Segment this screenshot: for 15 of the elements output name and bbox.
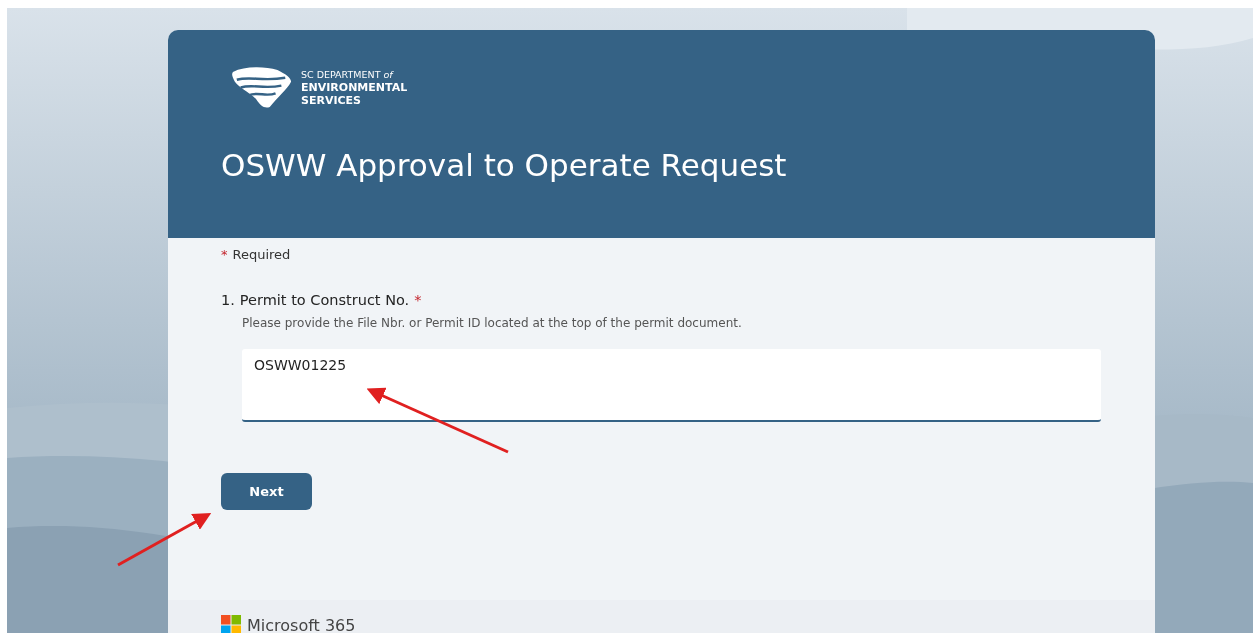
form-title: OSWW Approval to Operate Request xyxy=(221,147,788,183)
input-field[interactable]: OSWW01225 xyxy=(242,349,1101,422)
windows-logo-icon xyxy=(221,615,241,633)
brand-name: Microsoft 365 xyxy=(247,615,356,633)
org-name: ENVIRONMENTAL xyxy=(301,81,408,94)
next-button[interactable]: Next xyxy=(221,473,312,510)
question-number: 1. xyxy=(221,292,235,308)
question-label: Permit to Construct No. xyxy=(239,292,410,308)
org-name: SC DEPARTMENT of xyxy=(301,68,395,81)
required-asterisk: * xyxy=(221,247,228,262)
required-asterisk: * xyxy=(414,292,422,308)
question-description: Please provide the File Nbr. or Permit ID located at the top of the permit document. xyxy=(242,316,743,330)
required-note: Required xyxy=(232,247,291,262)
logo-icon xyxy=(231,66,293,109)
org-name: SERVICES xyxy=(301,94,363,107)
